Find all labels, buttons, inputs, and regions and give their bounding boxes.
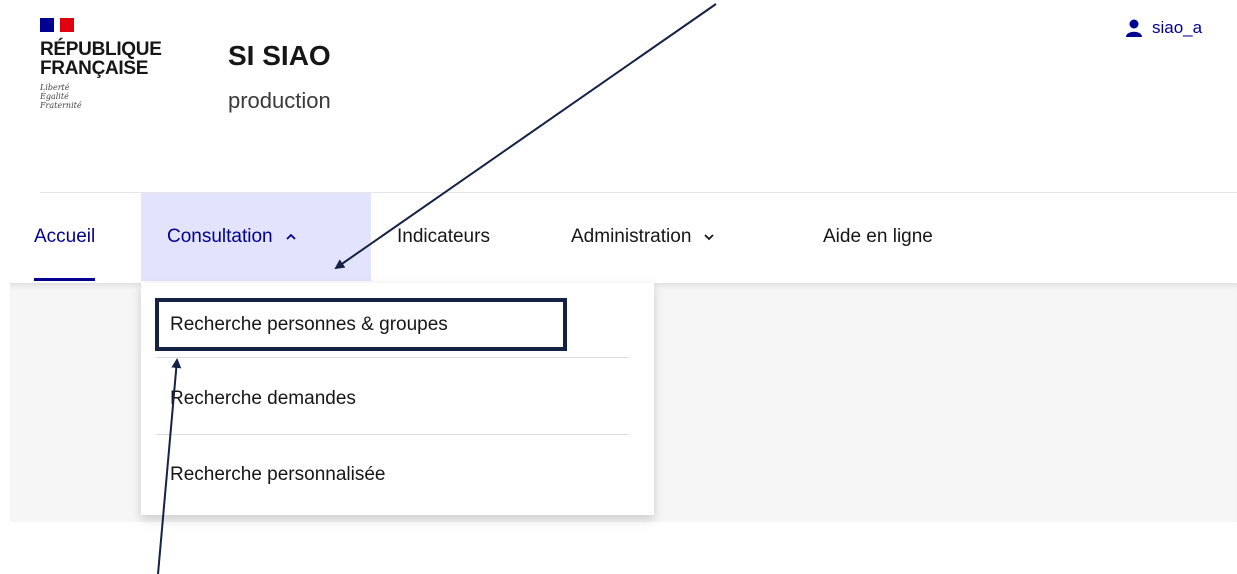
nav-item-consultation[interactable]: Consultation	[141, 193, 371, 281]
nav-item-accueil[interactable]: Accueil	[34, 193, 96, 281]
annotation-highlight-box	[155, 298, 567, 351]
user-account-link[interactable]: siao_a	[1126, 18, 1202, 38]
nav-item-indicateurs[interactable]: Indicateurs	[397, 193, 490, 281]
menu-item-recherche-demandes[interactable]: Recherche demandes	[170, 388, 356, 410]
menu-divider	[156, 357, 629, 358]
chevron-down-icon	[704, 234, 715, 241]
nav-item-aide-en-ligne[interactable]: Aide en ligne	[823, 193, 933, 281]
user-name: siao_a	[1152, 18, 1203, 37]
menu-divider	[156, 434, 629, 435]
site-subtitle: production	[228, 88, 331, 113]
flag-icon	[40, 18, 74, 32]
user-icon	[1126, 19, 1142, 37]
brand-line-1: République	[40, 39, 162, 60]
republique-francaise-logo[interactable]: République Française Liberté Égalité Fra…	[40, 18, 180, 110]
main-navigation: Accueil Consultation Indicateurs Adminis…	[10, 193, 1237, 283]
nav-item-administration[interactable]: Administration	[571, 193, 715, 281]
chevron-up-icon	[285, 233, 296, 240]
site-title[interactable]: SI SIAO	[228, 40, 331, 72]
menu-item-recherche-personnalisee[interactable]: Recherche personnalisée	[170, 464, 385, 486]
brand-line-2: Française	[40, 58, 149, 79]
motto: Liberté Égalité Fraternité	[40, 83, 82, 110]
